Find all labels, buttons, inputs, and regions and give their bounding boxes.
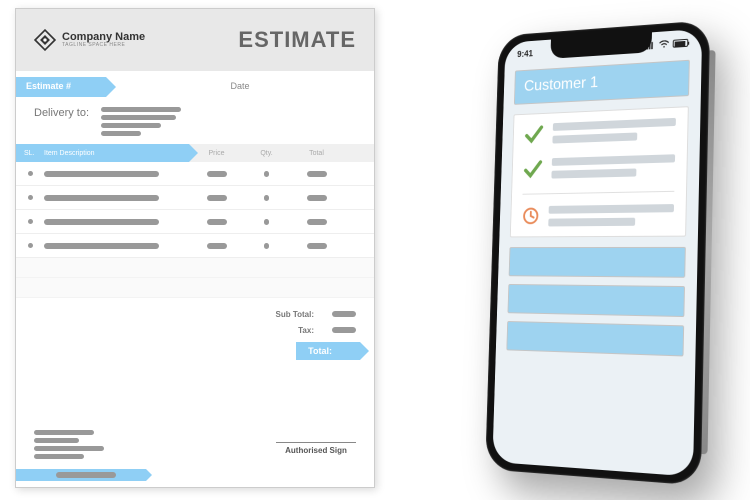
battery-icon [673, 39, 689, 48]
col-description: Item Description [44, 144, 189, 162]
doc-header: Company Name TAGLINE SPACE HERE ESTIMATE [16, 9, 374, 71]
status-time: 9:41 [517, 48, 533, 59]
checkmark-icon [524, 124, 544, 146]
delivery-label: Delivery to: [34, 107, 89, 136]
estimate-document: Company Name TAGLINE SPACE HERE ESTIMATE… [15, 8, 375, 488]
phone-screen: 9:41 Customer 1 [492, 29, 702, 477]
list-item[interactable] [524, 118, 676, 146]
clock-icon [522, 206, 540, 226]
meta-band: Estimate # Date [16, 77, 374, 97]
col-total: Total [289, 150, 344, 157]
action-button[interactable] [509, 247, 686, 278]
customer-header[interactable]: Customer 1 [514, 60, 690, 105]
delivery-address-placeholder [101, 107, 181, 136]
wifi-icon [658, 40, 670, 49]
table-header: SL. Item Description Price Qty. Total [16, 144, 374, 162]
col-qty: Qty. [244, 150, 289, 157]
table-row [16, 186, 374, 210]
col-sl: SL. [16, 144, 44, 162]
authorised-sign-label: Authorised Sign [276, 442, 356, 455]
logo-block: Company Name TAGLINE SPACE HERE [34, 29, 145, 51]
delivery-section: Delivery to: [16, 97, 374, 144]
estimate-number-label: Estimate # [16, 77, 106, 97]
subtotal-value-placeholder [332, 311, 356, 317]
list-item[interactable] [523, 154, 675, 180]
date-label: Date [106, 77, 374, 97]
subtotal-label: Sub Total: [254, 310, 314, 319]
phone-mockup: 9:41 Customer 1 [485, 20, 710, 486]
action-button[interactable] [506, 321, 684, 357]
company-tagline: TAGLINE SPACE HERE [62, 43, 145, 48]
task-card [510, 106, 689, 237]
table-row [16, 234, 374, 258]
table-body [16, 162, 374, 258]
totals-section: Sub Total: Tax: Total: [16, 306, 374, 360]
checkmark-icon [523, 158, 543, 180]
total-label: Total: [296, 342, 360, 360]
tax-label: Tax: [254, 326, 314, 335]
action-button[interactable] [508, 284, 685, 317]
document-title: ESTIMATE [238, 27, 356, 53]
empty-rows [16, 258, 374, 298]
list-item[interactable] [522, 204, 674, 227]
tax-value-placeholder [332, 327, 356, 333]
table-row [16, 162, 374, 186]
company-logo-icon [34, 29, 56, 51]
table-row [16, 210, 374, 234]
footer-notes-placeholder [34, 430, 104, 459]
footer-bar [16, 469, 116, 481]
